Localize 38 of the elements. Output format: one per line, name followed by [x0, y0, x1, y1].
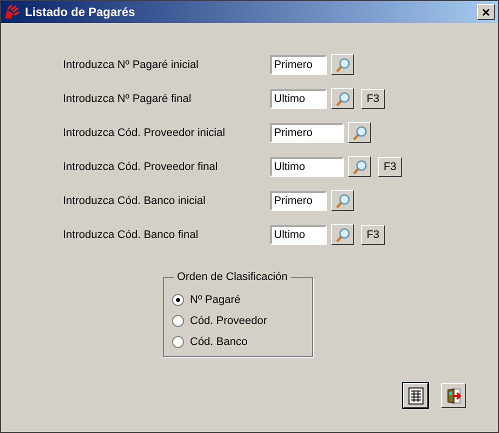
- field-label: Introduzca Cód. Banco inicial: [63, 194, 206, 206]
- radio-option[interactable]: Cód. Proveedor: [172, 313, 312, 329]
- search-icon: [352, 124, 368, 140]
- radio-option[interactable]: Cód. Banco: [172, 334, 312, 350]
- field-label: Introduzca Cód. Proveedor final: [63, 160, 219, 172]
- input-field[interactable]: Primero: [270, 122, 344, 142]
- f3-button[interactable]: F3: [378, 156, 402, 176]
- app-icon: [4, 4, 20, 20]
- search-button[interactable]: [331, 224, 354, 245]
- field-label: Introduzca Nº Pagaré final: [63, 92, 192, 104]
- input-field[interactable]: Primero: [270, 190, 327, 210]
- search-button[interactable]: [348, 122, 371, 143]
- input-field[interactable]: Ultimo: [270, 224, 327, 244]
- exit-button[interactable]: [441, 383, 466, 408]
- search-icon: [352, 158, 368, 174]
- search-icon: [334, 192, 350, 208]
- group-title: Orden de Clasificación: [174, 271, 291, 283]
- input-field[interactable]: Ultimo: [270, 88, 327, 108]
- search-icon: [334, 56, 350, 72]
- search-icon: [334, 90, 350, 106]
- search-icon: [334, 226, 350, 242]
- f3-button[interactable]: F3: [361, 88, 385, 108]
- search-button[interactable]: [331, 54, 354, 75]
- f3-button[interactable]: F3: [361, 224, 385, 244]
- field-label: Introduzca Cód. Banco final: [63, 228, 200, 240]
- radio-option[interactable]: Nº Pagaré: [172, 292, 312, 308]
- input-field[interactable]: Primero: [270, 54, 327, 74]
- search-button[interactable]: [331, 190, 354, 211]
- print-button[interactable]: [403, 383, 428, 408]
- field-label: Introduzca Cód. Proveedor inicial: [63, 126, 226, 138]
- document-icon: [408, 386, 424, 404]
- search-button[interactable]: [331, 88, 354, 109]
- window-title: Listado de Pagarés: [25, 5, 136, 19]
- field-label: Introduzca Nº Pagaré inicial: [63, 58, 200, 70]
- door-icon: [444, 386, 462, 404]
- close-button[interactable]: ×: [477, 4, 495, 20]
- search-button[interactable]: [348, 156, 371, 177]
- input-field[interactable]: Ultimo: [270, 156, 344, 176]
